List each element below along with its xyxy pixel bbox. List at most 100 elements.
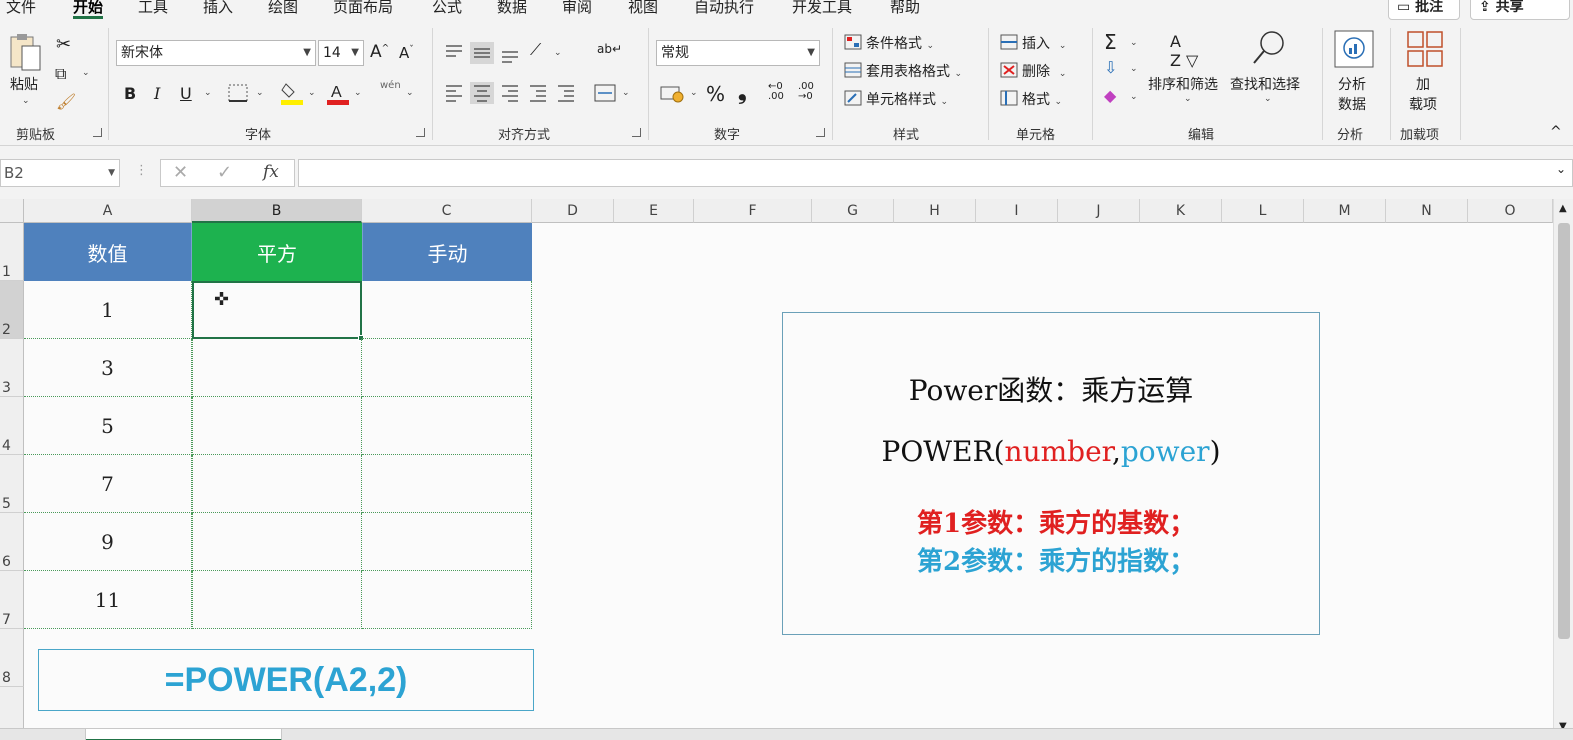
column-header-k[interactable]: K bbox=[1140, 199, 1222, 223]
autosum-dropdown-icon[interactable]: ⌄ bbox=[1130, 38, 1138, 48]
orientation-icon[interactable]: ⟋ bbox=[530, 40, 541, 60]
formula-example-box[interactable]: =POWER(A2,2) bbox=[38, 649, 534, 711]
addins-button[interactable]: 加 bbox=[1416, 74, 1430, 94]
confirm-icon[interactable]: ✓ bbox=[217, 162, 232, 183]
cell-b4[interactable] bbox=[192, 397, 362, 455]
fill-color-icon[interactable] bbox=[280, 80, 304, 106]
shrink-font-icon[interactable]: Aˇ bbox=[399, 44, 414, 62]
tab-automate[interactable]: 自动执行 bbox=[694, 0, 754, 17]
cell-c6[interactable] bbox=[362, 513, 532, 571]
cell-b1[interactable]: 平方 bbox=[192, 223, 362, 281]
cell-a4[interactable]: 5 bbox=[24, 397, 192, 455]
bold-button[interactable]: B bbox=[124, 84, 136, 103]
comma-style-icon[interactable]: ❟ bbox=[738, 80, 747, 105]
cell-b5[interactable] bbox=[192, 455, 362, 513]
row-header-5[interactable]: 5 bbox=[0, 455, 24, 513]
font-name-select[interactable]: 新宋体 ▼ bbox=[116, 40, 316, 66]
paste-dropdown-icon[interactable]: ⌄ bbox=[22, 96, 30, 106]
vertical-align-icons[interactable] bbox=[444, 42, 540, 64]
tab-tools[interactable]: 工具 bbox=[138, 0, 168, 17]
row-header-1[interactable]: 1 bbox=[0, 223, 24, 281]
font-color-icon[interactable]: A bbox=[326, 80, 350, 106]
orientation-dropdown-icon[interactable]: ⌄ bbox=[554, 48, 562, 58]
cell-a1[interactable]: 数值 bbox=[24, 223, 192, 281]
fill-icon[interactable]: ⇩ bbox=[1104, 58, 1117, 77]
autosum-icon[interactable]: Σ bbox=[1104, 30, 1117, 54]
tab-review[interactable]: 审阅 bbox=[562, 0, 592, 17]
clear-icon[interactable]: ◆ bbox=[1104, 86, 1116, 105]
sheet-nav-buttons[interactable] bbox=[0, 729, 86, 740]
sheet-tab-active[interactable] bbox=[86, 729, 282, 740]
cut-icon[interactable]: ✂ bbox=[56, 34, 71, 55]
format-cells-button[interactable]: 格式 ⌄ bbox=[1022, 89, 1062, 109]
tab-page-layout[interactable]: 页面布局 bbox=[333, 0, 393, 17]
phonetic-guide-icon[interactable]: wén bbox=[380, 80, 401, 91]
alignment-launcher-icon[interactable] bbox=[632, 128, 641, 137]
percent-style-button[interactable]: % bbox=[706, 82, 725, 106]
tab-help[interactable]: 帮助 bbox=[890, 0, 920, 17]
column-header-o[interactable]: O bbox=[1468, 199, 1553, 223]
tab-file[interactable]: 文件 bbox=[6, 0, 36, 17]
font-launcher-icon[interactable] bbox=[416, 128, 425, 137]
row-header-2[interactable]: 2 bbox=[0, 281, 24, 339]
cell-a3[interactable]: 3 bbox=[24, 339, 192, 397]
tab-data[interactable]: 数据 bbox=[497, 0, 527, 17]
borders-icon[interactable] bbox=[228, 84, 248, 102]
clear-dropdown-icon[interactable]: ⌄ bbox=[1130, 92, 1138, 102]
tab-draw[interactable]: 绘图 bbox=[268, 0, 298, 17]
cancel-icon[interactable]: ✕ bbox=[173, 162, 188, 183]
vertical-scrollbar[interactable]: ▲ ▼ bbox=[1553, 199, 1573, 740]
column-header-b[interactable]: B bbox=[192, 199, 362, 223]
cell-c4[interactable] bbox=[362, 397, 532, 455]
cell-a5[interactable]: 7 bbox=[24, 455, 192, 513]
column-header-m[interactable]: M bbox=[1304, 199, 1386, 223]
cell-styles-button[interactable]: 单元格样式 ⌄ bbox=[866, 89, 948, 109]
number-launcher-icon[interactable] bbox=[816, 128, 825, 137]
cell-b3[interactable] bbox=[192, 339, 362, 397]
cell-b6[interactable] bbox=[192, 513, 362, 571]
grow-font-icon[interactable]: A^ bbox=[370, 42, 389, 62]
fill-color-dropdown-icon[interactable]: ⌄ bbox=[308, 88, 316, 98]
comments-button[interactable]: ▭ 批注 bbox=[1388, 0, 1460, 20]
sort-filter-button[interactable]: 排序和筛选 bbox=[1148, 74, 1218, 94]
info-text-box[interactable]: Power函数：乘方运算 POWER(number,power) 第1参数：乘方… bbox=[782, 312, 1320, 635]
insert-cells-button[interactable]: 插入 ⌄ bbox=[1022, 33, 1066, 53]
tab-developer[interactable]: 开发工具 bbox=[792, 0, 852, 17]
delete-cells-button[interactable]: 删除 ⌄ bbox=[1022, 61, 1066, 81]
row-header-6[interactable]: 6 bbox=[0, 513, 24, 571]
tab-home[interactable]: 开始 bbox=[73, 0, 104, 19]
format-as-table-button[interactable]: 套用表格格式 ⌄ bbox=[866, 61, 962, 81]
font-color-dropdown-icon[interactable]: ⌄ bbox=[354, 88, 362, 98]
expand-formula-icon[interactable]: ⌄ bbox=[1556, 162, 1566, 176]
copy-dropdown-icon[interactable]: ⌄ bbox=[82, 68, 90, 78]
column-header-h[interactable]: H bbox=[894, 199, 976, 223]
cell-a6[interactable]: 9 bbox=[24, 513, 192, 571]
cell-c7[interactable] bbox=[362, 571, 532, 629]
tab-formulas[interactable]: 公式 bbox=[432, 0, 462, 17]
italic-button[interactable]: I bbox=[154, 84, 160, 103]
font-size-select[interactable]: 14 ▼ bbox=[318, 40, 364, 66]
scroll-up-icon[interactable]: ▲ bbox=[1559, 203, 1567, 214]
merge-dropdown-icon[interactable]: ⌄ bbox=[622, 88, 630, 98]
analyze-data-button[interactable]: 分析 bbox=[1338, 74, 1366, 94]
paste-button[interactable]: 粘贴 bbox=[10, 74, 38, 94]
cell-b2[interactable]: ✜ bbox=[192, 281, 364, 341]
tab-view[interactable]: 视图 bbox=[628, 0, 658, 17]
format-painter-icon[interactable]: 🖌 bbox=[56, 92, 76, 111]
row-header-3[interactable]: 3 bbox=[0, 339, 24, 397]
column-header-f[interactable]: F bbox=[694, 199, 812, 223]
chevron-down-icon[interactable]: ⌄ bbox=[1184, 94, 1192, 104]
formula-input[interactable]: ⌄ bbox=[298, 159, 1573, 187]
cell-b7[interactable] bbox=[192, 571, 362, 629]
underline-button[interactable]: U bbox=[180, 84, 192, 103]
row-header-8[interactable]: 8 bbox=[0, 629, 24, 687]
scrollbar-thumb[interactable] bbox=[1558, 223, 1570, 639]
share-button[interactable]: ⇪ 共享 bbox=[1470, 0, 1570, 20]
cell-c2[interactable] bbox=[362, 281, 532, 339]
column-header-e[interactable]: E bbox=[614, 199, 694, 223]
borders-dropdown-icon[interactable]: ⌄ bbox=[256, 88, 264, 98]
decrease-decimal-icon[interactable]: .00 →0 bbox=[798, 82, 814, 102]
column-header-j[interactable]: J bbox=[1058, 199, 1140, 223]
wrap-text-icon[interactable]: ab↵ bbox=[597, 42, 622, 56]
column-header-c[interactable]: C bbox=[362, 199, 532, 223]
